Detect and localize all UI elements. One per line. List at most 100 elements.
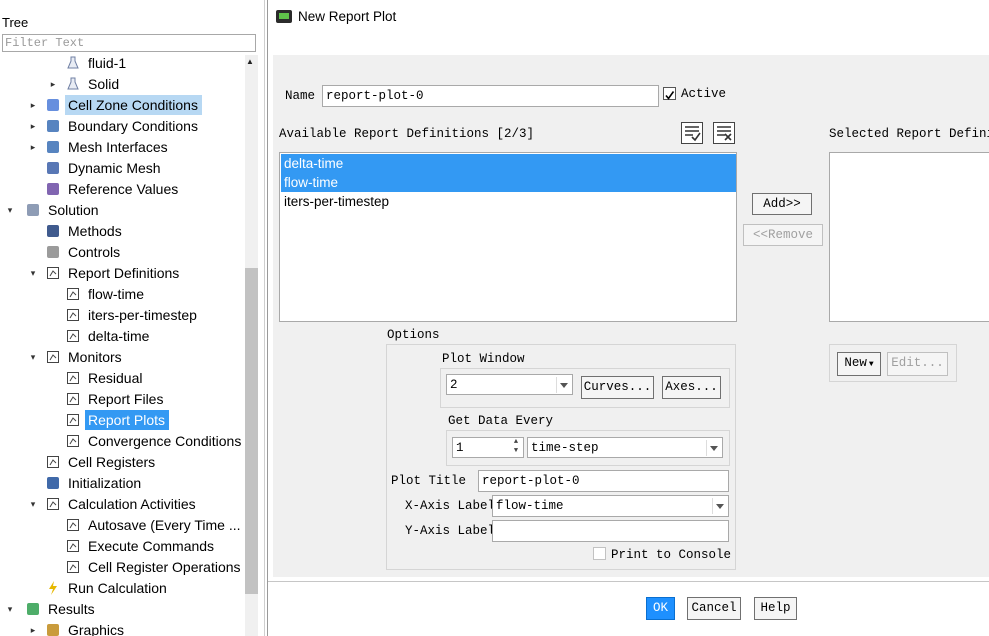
axes-button[interactable]: Axes...	[662, 376, 721, 399]
tree-item[interactable]: Execute Commands	[0, 536, 244, 557]
select-all-icon[interactable]	[681, 122, 703, 144]
new-button[interactable]: New ▼	[837, 352, 881, 376]
collapse-arrow-icon[interactable]: ▾	[5, 200, 15, 221]
tree-item-label: Run Calculation	[68, 580, 167, 596]
methods-icon	[45, 223, 61, 239]
tree-item[interactable]: ▸ Graphics	[0, 620, 244, 636]
tree-item[interactable]: ▾ Results	[0, 599, 244, 620]
expand-arrow-icon[interactable]: ▸	[48, 74, 58, 95]
get-data-every-value: 1	[456, 441, 464, 455]
report-icon	[45, 454, 61, 470]
report-icon	[65, 286, 81, 302]
tree-item[interactable]: Cell Register Operations	[0, 557, 244, 578]
filter-text-input[interactable]: Filter Text	[2, 34, 256, 52]
cell-zone-icon	[45, 97, 61, 113]
y-axis-label-input[interactable]	[492, 520, 729, 542]
selected-definitions-list[interactable]	[829, 152, 989, 322]
spinner-arrows-icon[interactable]: ▲ ▼	[510, 438, 522, 457]
collapse-arrow-icon[interactable]: ▾	[28, 347, 38, 368]
collapse-arrow-icon[interactable]: ▾	[5, 599, 15, 620]
tree-item[interactable]: Cell Registers	[0, 452, 244, 473]
list-item[interactable]: delta-time	[281, 154, 736, 173]
tree-item-label: Solid	[88, 76, 120, 92]
tree-item[interactable]: ▸ Boundary Conditions	[0, 116, 244, 137]
help-button[interactable]: Help	[754, 597, 797, 620]
tree-header: Tree	[2, 15, 29, 30]
remove-button[interactable]: <<Remove	[743, 224, 823, 246]
report-icon	[45, 265, 61, 281]
report-icon	[65, 433, 81, 449]
tree-item-label: Mesh Interfaces	[68, 139, 168, 155]
curves-button[interactable]: Curves...	[581, 376, 654, 399]
dialog-title-bar[interactable]: New Report Plot	[268, 0, 989, 36]
tree-item[interactable]: flow-time	[0, 284, 244, 305]
available-definitions-list[interactable]: delta-time flow-time iters-per-timestep	[279, 152, 737, 322]
tree-item[interactable]: Reference Values	[0, 179, 244, 200]
get-data-every-spinner[interactable]: 1 ▲ ▼	[452, 437, 524, 458]
tree-item[interactable]: Autosave (Every Time ...	[0, 515, 244, 536]
tree-item[interactable]: ▸ Cell Zone Conditions	[0, 95, 244, 116]
add-button[interactable]: Add>>	[752, 193, 812, 215]
tree-scrollbar-thumb[interactable]	[245, 268, 258, 594]
tree-item-label: Monitors	[68, 349, 122, 365]
tree-item-label: Graphics	[68, 622, 125, 636]
expand-arrow-icon[interactable]: ▸	[28, 95, 38, 116]
tree-item[interactable]: iters-per-timestep	[0, 305, 244, 326]
reference-values-icon	[45, 181, 61, 197]
x-axis-label-select[interactable]: flow-time	[492, 495, 729, 517]
expand-arrow-icon[interactable]: ▸	[28, 116, 38, 137]
tree-item[interactable]: Run Calculation	[0, 578, 244, 599]
tree-item[interactable]: Report Plots	[0, 410, 244, 431]
plot-window-select[interactable]: 2	[446, 374, 573, 395]
tree-item-label: Reference Values	[68, 181, 179, 197]
collapse-arrow-icon[interactable]: ▾	[28, 494, 38, 515]
tree-item-label: Dynamic Mesh	[68, 160, 161, 176]
graphics-icon	[45, 622, 61, 636]
get-data-unit-value: time-step	[531, 441, 599, 455]
flask-icon	[65, 76, 81, 92]
get-data-unit-select[interactable]: time-step	[527, 437, 723, 458]
scroll-up-arrow-icon[interactable]: ▲	[246, 57, 254, 66]
tree-item-label: Results	[48, 601, 95, 617]
expand-arrow-icon[interactable]: ▸	[28, 620, 38, 636]
tree-item[interactable]: Report Files	[0, 389, 244, 410]
tree-item[interactable]: ▾ Report Definitions	[0, 263, 244, 284]
tree-item[interactable]: Controls	[0, 242, 244, 263]
dynamic-mesh-icon	[45, 160, 61, 176]
chevron-down-icon	[706, 440, 720, 456]
name-input[interactable]: report-plot-0	[322, 85, 659, 107]
activities-icon	[65, 559, 81, 575]
tree-item[interactable]: delta-time	[0, 326, 244, 347]
monitor-icon	[45, 349, 61, 365]
tree-item[interactable]: Methods	[0, 221, 244, 242]
tree-item[interactable]: Initialization	[0, 473, 244, 494]
footer-divider	[268, 581, 989, 582]
list-item[interactable]: flow-time	[281, 173, 736, 192]
chevron-down-icon	[556, 377, 570, 393]
activities-icon	[65, 538, 81, 554]
tree-item-label: Cell Registers	[68, 454, 156, 470]
solution-icon	[25, 202, 41, 218]
collapse-arrow-icon[interactable]: ▾	[28, 263, 38, 284]
chevron-down-icon	[712, 498, 726, 514]
list-item[interactable]: iters-per-timestep	[281, 192, 736, 211]
tree-item[interactable]: ▾ Monitors	[0, 347, 244, 368]
ok-button[interactable]: OK	[646, 597, 675, 620]
active-checkbox[interactable]	[663, 87, 676, 100]
cancel-button[interactable]: Cancel	[687, 597, 741, 620]
tree-item[interactable]: ▾ Calculation Activities	[0, 494, 244, 515]
plot-title-input[interactable]: report-plot-0	[478, 470, 729, 492]
print-to-console-checkbox[interactable]	[593, 547, 606, 560]
mesh-interface-icon	[45, 139, 61, 155]
tree-item[interactable]: Residual	[0, 368, 244, 389]
edit-button[interactable]: Edit...	[887, 352, 948, 376]
tree-item[interactable]: ▸ Solid	[0, 74, 244, 95]
tree-item[interactable]: ▸ Mesh Interfaces	[0, 137, 244, 158]
tree-item[interactable]: Convergence Conditions	[0, 431, 244, 452]
expand-arrow-icon[interactable]: ▸	[28, 137, 38, 158]
tree-item[interactable]: ▾ Solution	[0, 200, 244, 221]
deselect-all-icon[interactable]	[713, 122, 735, 144]
tree-item[interactable]: Dynamic Mesh	[0, 158, 244, 179]
run-calculation-icon	[45, 580, 61, 596]
tree-item[interactable]: fluid-1	[0, 53, 244, 74]
